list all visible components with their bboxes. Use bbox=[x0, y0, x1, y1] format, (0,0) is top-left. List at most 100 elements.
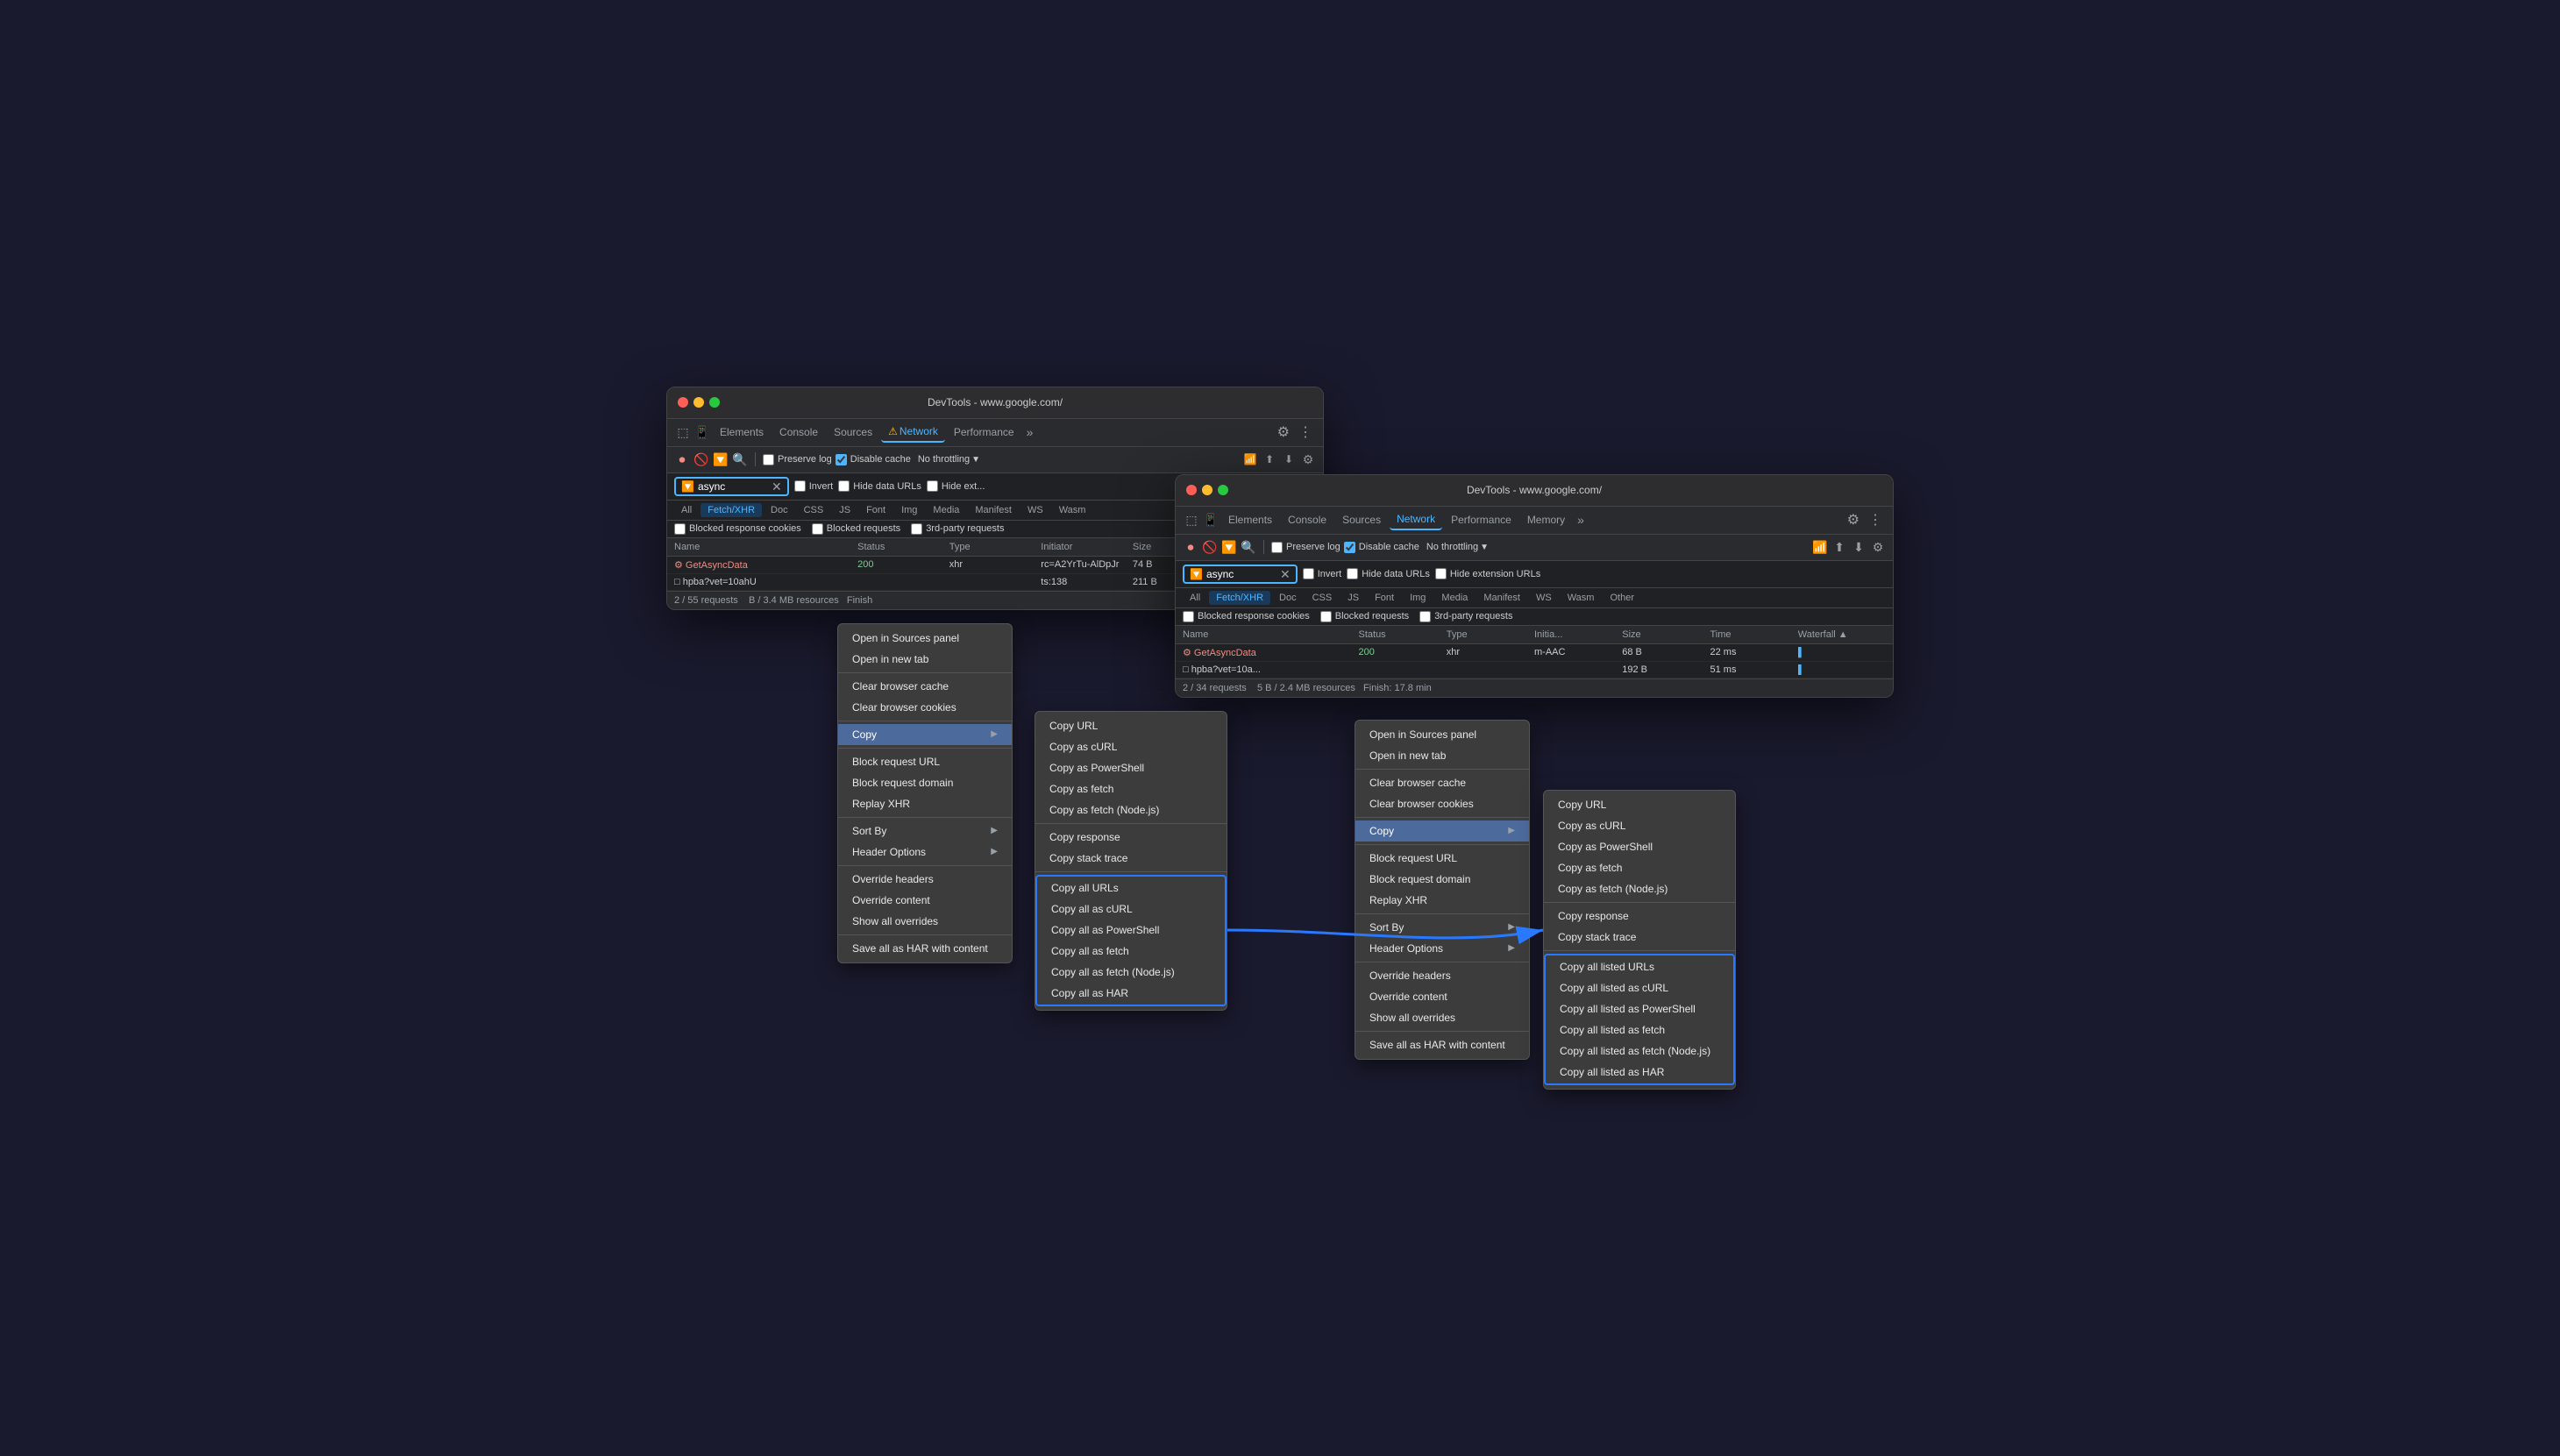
hide-ext-label[interactable]: Hide ext... bbox=[927, 480, 985, 492]
ctx2-show-overrides[interactable]: Show all overrides bbox=[1355, 1007, 1529, 1028]
mobile-icon-2[interactable]: 📱 bbox=[1202, 511, 1220, 529]
copy2-response[interactable]: Copy response bbox=[1544, 906, 1735, 927]
ctx-clear-cookies[interactable]: Clear browser cookies bbox=[838, 697, 1012, 718]
ctx2-save-har[interactable]: Save all as HAR with content bbox=[1355, 1034, 1529, 1055]
filter2-media[interactable]: Media bbox=[1434, 591, 1475, 605]
search-box-1[interactable]: 🔽 ✕ bbox=[674, 477, 789, 496]
copy-curl[interactable]: Copy as cURL bbox=[1035, 736, 1227, 757]
filter-js[interactable]: JS bbox=[832, 503, 857, 517]
tab2-console[interactable]: Console bbox=[1281, 510, 1333, 529]
copy-fetch-node[interactable]: Copy as fetch (Node.js) bbox=[1035, 799, 1227, 820]
filter-font[interactable]: Font bbox=[859, 503, 892, 517]
copy-all-urls[interactable]: Copy all URLs bbox=[1035, 875, 1227, 898]
maximize-button-2[interactable] bbox=[1218, 485, 1228, 495]
blocked-requests-checkbox-2[interactable] bbox=[1320, 611, 1332, 622]
ctx-save-har[interactable]: Save all as HAR with content bbox=[838, 938, 1012, 959]
third-party-checkbox[interactable] bbox=[911, 523, 922, 535]
filter-css[interactable]: CSS bbox=[797, 503, 831, 517]
blocked-requests-label-2[interactable]: Blocked requests bbox=[1320, 611, 1409, 622]
filter-wasm[interactable]: Wasm bbox=[1052, 503, 1093, 517]
tab-performance[interactable]: Performance bbox=[947, 423, 1021, 442]
col-name[interactable]: Name bbox=[674, 542, 857, 552]
hide-data-urls-checkbox[interactable] bbox=[838, 480, 850, 492]
copy2-all-listed-powershell[interactable]: Copy all listed as PowerShell bbox=[1544, 998, 1735, 1019]
ctx2-override-content[interactable]: Override content bbox=[1355, 986, 1529, 1007]
copy-all-fetch-node[interactable]: Copy all as fetch (Node.js) bbox=[1035, 962, 1227, 983]
preserve-log-label[interactable]: Preserve log bbox=[763, 454, 832, 465]
blocked-cookies-label[interactable]: Blocked response cookies bbox=[674, 523, 801, 535]
disable-cache-checkbox-2[interactable] bbox=[1344, 542, 1355, 553]
network-settings-icon-2[interactable]: ⚙ bbox=[1870, 539, 1886, 555]
settings-icon[interactable]: ⚙ bbox=[1274, 422, 1293, 443]
filter-media[interactable]: Media bbox=[926, 503, 966, 517]
tab2-network[interactable]: Network bbox=[1390, 509, 1442, 530]
ctx-show-overrides[interactable]: Show all overrides bbox=[838, 911, 1012, 932]
filter2-wasm[interactable]: Wasm bbox=[1561, 591, 1602, 605]
record-button[interactable]: ⏺ bbox=[674, 451, 690, 467]
copy2-curl[interactable]: Copy as cURL bbox=[1544, 815, 1735, 836]
copy2-all-listed-fetch[interactable]: Copy all listed as fetch bbox=[1544, 1019, 1735, 1041]
copy-powershell[interactable]: Copy as PowerShell bbox=[1035, 757, 1227, 778]
filter-toggle-2[interactable]: 🔽 bbox=[1221, 539, 1237, 555]
col-initiator[interactable]: Initiator bbox=[1041, 542, 1133, 552]
mobile-icon[interactable]: 📱 bbox=[693, 423, 711, 441]
hide-ext-urls-checkbox[interactable] bbox=[1435, 568, 1447, 579]
copy2-powershell[interactable]: Copy as PowerShell bbox=[1544, 836, 1735, 857]
search-button[interactable]: 🔍 bbox=[732, 451, 748, 467]
filter2-all[interactable]: All bbox=[1183, 591, 1207, 605]
copy-all-har[interactable]: Copy all as HAR bbox=[1035, 983, 1227, 1006]
ctx-open-sources[interactable]: Open in Sources panel bbox=[838, 628, 1012, 649]
blocked-cookies-label-2[interactable]: Blocked response cookies bbox=[1183, 611, 1310, 622]
table-row[interactable]: ⚙ GetAsyncData 200 xhr m-AAC 68 B 22 ms … bbox=[1176, 644, 1893, 662]
copy-all-powershell[interactable]: Copy all as PowerShell bbox=[1035, 920, 1227, 941]
clear-button-2[interactable]: 🚫 bbox=[1202, 539, 1218, 555]
ctx-replay-xhr[interactable]: Replay XHR bbox=[838, 793, 1012, 814]
copy2-fetch-node[interactable]: Copy as fetch (Node.js) bbox=[1544, 878, 1735, 899]
ctx-override-content[interactable]: Override content bbox=[838, 890, 1012, 911]
invert-checkbox[interactable] bbox=[794, 480, 806, 492]
preserve-log-label-2[interactable]: Preserve log bbox=[1271, 542, 1340, 553]
tab2-memory[interactable]: Memory bbox=[1520, 510, 1572, 529]
tab2-performance[interactable]: Performance bbox=[1444, 510, 1518, 529]
filter-doc[interactable]: Doc bbox=[764, 503, 795, 517]
ctx2-block-url[interactable]: Block request URL bbox=[1355, 848, 1529, 869]
ctx-clear-cache[interactable]: Clear browser cache bbox=[838, 676, 1012, 697]
clear-button[interactable]: 🚫 bbox=[693, 451, 709, 467]
hide-data-urls-label-2[interactable]: Hide data URLs bbox=[1347, 568, 1430, 579]
tab2-elements[interactable]: Elements bbox=[1221, 510, 1279, 529]
copy2-fetch[interactable]: Copy as fetch bbox=[1544, 857, 1735, 878]
disable-cache-label-2[interactable]: Disable cache bbox=[1344, 542, 1419, 553]
clear-search-button[interactable]: ✕ bbox=[772, 480, 782, 493]
filter-toggle[interactable]: 🔽 bbox=[713, 451, 729, 467]
ctx2-replay-xhr[interactable]: Replay XHR bbox=[1355, 890, 1529, 911]
filter2-other[interactable]: Other bbox=[1603, 591, 1641, 605]
third-party-checkbox-2[interactable] bbox=[1419, 611, 1431, 622]
ctx-sort-by[interactable]: Sort By ▶ bbox=[838, 820, 1012, 842]
filter2-ws[interactable]: WS bbox=[1529, 591, 1559, 605]
filter-all[interactable]: All bbox=[674, 503, 699, 517]
search-button-2[interactable]: 🔍 bbox=[1241, 539, 1256, 555]
more-options-icon[interactable]: ⋮ bbox=[1295, 422, 1316, 443]
copy-fetch[interactable]: Copy as fetch bbox=[1035, 778, 1227, 799]
clear-search-button-2[interactable]: ✕ bbox=[1280, 568, 1291, 580]
hide-ext-urls-label[interactable]: Hide extension URLs bbox=[1435, 568, 1540, 579]
col2-type[interactable]: Type bbox=[1447, 629, 1534, 640]
disable-cache-label[interactable]: Disable cache bbox=[836, 454, 911, 465]
col2-status[interactable]: Status bbox=[1359, 629, 1447, 640]
filter2-doc[interactable]: Doc bbox=[1272, 591, 1304, 605]
copy-url[interactable]: Copy URL bbox=[1035, 715, 1227, 736]
col-status[interactable]: Status bbox=[857, 542, 949, 552]
throttle-dropdown[interactable]: No throttling ▼ bbox=[914, 452, 984, 466]
third-party-label[interactable]: 3rd-party requests bbox=[911, 523, 1004, 535]
blocked-requests-checkbox[interactable] bbox=[812, 523, 823, 535]
more-tabs-icon-2[interactable]: » bbox=[1574, 513, 1588, 527]
ctx-open-tab[interactable]: Open in new tab bbox=[838, 649, 1012, 670]
filter2-fetch-xhr[interactable]: Fetch/XHR bbox=[1209, 591, 1270, 605]
copy-response[interactable]: Copy response bbox=[1035, 827, 1227, 848]
ctx2-override-headers[interactable]: Override headers bbox=[1355, 965, 1529, 986]
hide-data-urls-label[interactable]: Hide data URLs bbox=[838, 480, 921, 492]
copy2-stack-trace[interactable]: Copy stack trace bbox=[1544, 927, 1735, 948]
copy2-all-listed-har[interactable]: Copy all listed as HAR bbox=[1544, 1062, 1735, 1085]
ctx-copy[interactable]: Copy ▶ bbox=[838, 724, 1012, 745]
filter-manifest[interactable]: Manifest bbox=[968, 503, 1019, 517]
